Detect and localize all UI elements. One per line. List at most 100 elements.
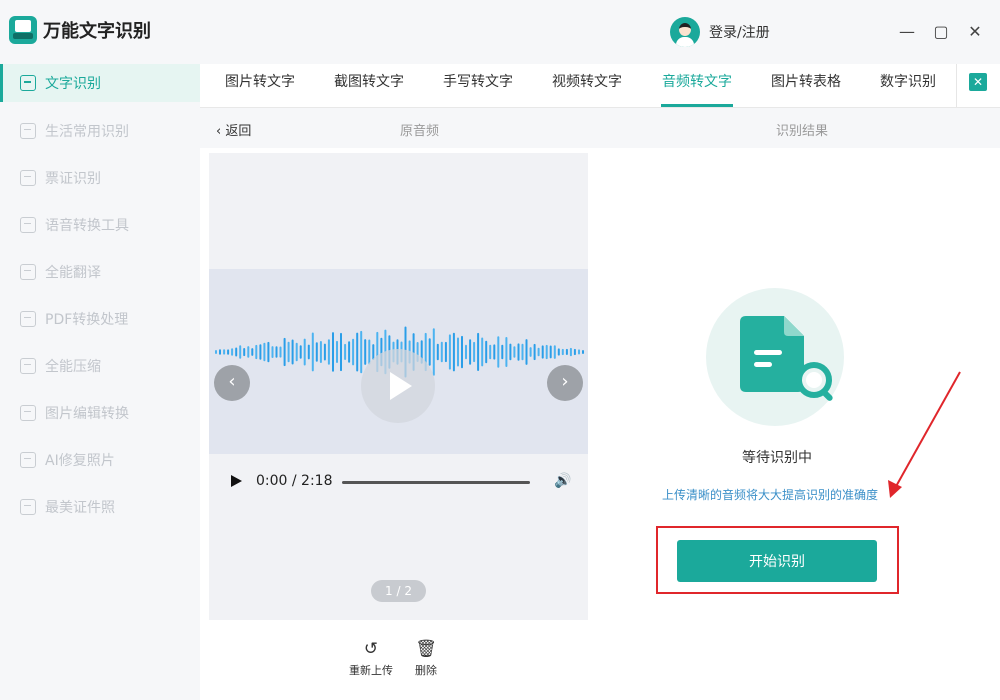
trash-icon: 🗑 xyxy=(415,639,437,659)
waveform-bar xyxy=(259,344,262,360)
sidebar-item-ai-restore[interactable]: AI修复照片 xyxy=(0,436,200,483)
waveform-bar xyxy=(344,343,347,360)
sidebar-item-daily-recognition[interactable]: 生活常用识别 xyxy=(0,107,200,154)
waveform-bar xyxy=(469,339,472,365)
tab-image-to-text[interactable]: 图片转文字 xyxy=(225,64,295,107)
sidebar-item-label: 图片编辑转换 xyxy=(45,405,129,422)
annotation-arrow-icon xyxy=(888,371,961,498)
waveform-bar xyxy=(255,344,258,360)
waveform-bar xyxy=(227,349,230,355)
sidebar-item-compress[interactable]: 全能压缩 xyxy=(0,342,200,389)
original-audio-title: 原音频 xyxy=(400,124,440,139)
audio-controls: 0:00 / 2:18 🔊 xyxy=(209,462,588,502)
waveform-bar xyxy=(271,346,274,358)
sidebar-item-label: 全能压缩 xyxy=(45,358,101,375)
back-button[interactable]: ‹ 返回 xyxy=(216,120,251,139)
waveform-bar xyxy=(295,342,298,362)
volume-icon[interactable]: 🔊 xyxy=(554,473,571,489)
waveform-bar xyxy=(283,337,286,367)
waveform-bar xyxy=(457,337,459,367)
compress-icon xyxy=(20,357,36,374)
waveform-bar xyxy=(509,343,512,361)
waveform-bar xyxy=(356,332,359,372)
sidebar-item-label: 语音转换工具 xyxy=(45,217,129,234)
waveform-bar xyxy=(364,339,367,365)
progress-slider[interactable] xyxy=(342,481,530,484)
next-arrow-icon[interactable]: › xyxy=(547,365,583,401)
reupload-button[interactable]: ↺ 重新上传 xyxy=(349,640,393,678)
waveform-bar xyxy=(327,339,330,365)
tab-video-to-text[interactable]: 视频转文字 xyxy=(552,64,622,107)
id-photo-icon xyxy=(20,498,36,515)
sidebar-item-label: PDF转换处理 xyxy=(45,311,129,328)
result-title: 识别结果 xyxy=(776,124,829,139)
prev-arrow-icon[interactable]: ‹ xyxy=(214,365,250,401)
play-overlay-icon[interactable] xyxy=(361,349,435,423)
waveform-bar xyxy=(541,345,544,359)
waveform-bar xyxy=(473,341,476,363)
waveform-bar xyxy=(267,341,270,363)
tab-number-recognition[interactable]: 数字识别 xyxy=(880,64,936,107)
content-header: ‹ 返回 原音频 识别结果 xyxy=(200,108,1000,148)
login-register-link[interactable]: 登录/注册 xyxy=(709,22,770,42)
waveform-bar xyxy=(444,341,447,363)
translate-icon xyxy=(20,263,36,280)
delete-button[interactable]: 🗑 删除 xyxy=(415,640,437,678)
tab-audio-to-text[interactable]: 音频转文字 xyxy=(652,64,742,107)
user-login[interactable]: 登录/注册 xyxy=(670,17,770,47)
waveform-bar xyxy=(505,337,508,367)
waveform-bar xyxy=(311,332,314,372)
sidebar-item-translate[interactable]: 全能翻译 xyxy=(0,248,200,295)
waveform-bar xyxy=(215,350,217,354)
maximize-icon[interactable]: ▢ xyxy=(928,18,954,44)
waveform-bar xyxy=(553,345,556,359)
chevron-left-icon: ‹ xyxy=(216,124,222,139)
waveform-bar xyxy=(219,349,221,355)
tab-handwriting-to-text[interactable]: 手写转文字 xyxy=(443,64,513,107)
sidebar-item-label: AI修复照片 xyxy=(45,452,115,469)
sidebar-item-image-edit[interactable]: 图片编辑转换 xyxy=(0,389,200,436)
tab-image-to-table[interactable]: 图片转表格 xyxy=(771,64,841,107)
tabs-close-icon[interactable]: ✕ xyxy=(969,73,987,91)
waveform-bar xyxy=(448,334,451,370)
back-label: 返回 xyxy=(225,124,252,139)
app-window: 万能文字识别 文字识别 生活常用识别 票证识别 语音转换工具 全能翻译 PDF转… xyxy=(0,0,1000,700)
waveform-bar xyxy=(557,348,560,356)
sidebar-item-text-recognition[interactable]: 文字识别 xyxy=(0,64,200,102)
app-logo-icon xyxy=(9,16,37,44)
sidebar-item-pdf[interactable]: PDF转换处理 xyxy=(0,295,200,342)
waveform-bar xyxy=(489,344,492,360)
waveform-bar xyxy=(352,338,355,366)
ai-icon xyxy=(20,451,36,468)
document-search-icon xyxy=(706,288,844,426)
waveform-bar xyxy=(582,350,584,354)
waveform-bar xyxy=(440,341,443,363)
waveform-bar xyxy=(279,346,282,358)
waveform-bar xyxy=(565,348,568,355)
play-icon[interactable] xyxy=(231,475,242,487)
audio-preview: ‹ › 0:00 / 2:18 🔊 1 / 2 xyxy=(209,153,588,620)
waveform-bar xyxy=(319,341,322,363)
waveform-bar xyxy=(533,343,536,361)
title-bar: 登录/注册 — ▢ ✕ xyxy=(200,0,1000,64)
scan-icon xyxy=(20,169,36,186)
sidebar-item-id-photo[interactable]: 最美证件照 xyxy=(0,483,200,530)
audio-visual: ‹ › xyxy=(209,269,588,454)
close-icon[interactable]: ✕ xyxy=(962,18,988,44)
minimize-icon[interactable]: — xyxy=(894,18,920,44)
sidebar-item-ticket-recognition[interactable]: 票证识别 xyxy=(0,154,200,201)
result-panel: 等待识别中 上传清晰的音频将大大提高识别的准确度 开始识别 xyxy=(600,148,1000,700)
waveform-bar xyxy=(501,344,504,360)
sidebar-item-voice-tools[interactable]: 语音转换工具 xyxy=(0,201,200,248)
waveform-bar xyxy=(243,348,246,357)
waveform-bar xyxy=(340,332,342,372)
tab-screenshot-to-text[interactable]: 截图转文字 xyxy=(334,64,404,107)
waveform-bar xyxy=(529,347,532,357)
start-recognition-button[interactable]: 开始识别 xyxy=(677,540,877,582)
waveform-bar xyxy=(428,338,431,366)
waveform-bar xyxy=(251,348,254,356)
waveform-bar xyxy=(315,342,318,362)
hint-text: 上传清晰的音频将大大提高识别的准确度 xyxy=(662,488,879,502)
image-icon xyxy=(20,404,36,421)
sidebar-item-label: 生活常用识别 xyxy=(45,123,129,140)
